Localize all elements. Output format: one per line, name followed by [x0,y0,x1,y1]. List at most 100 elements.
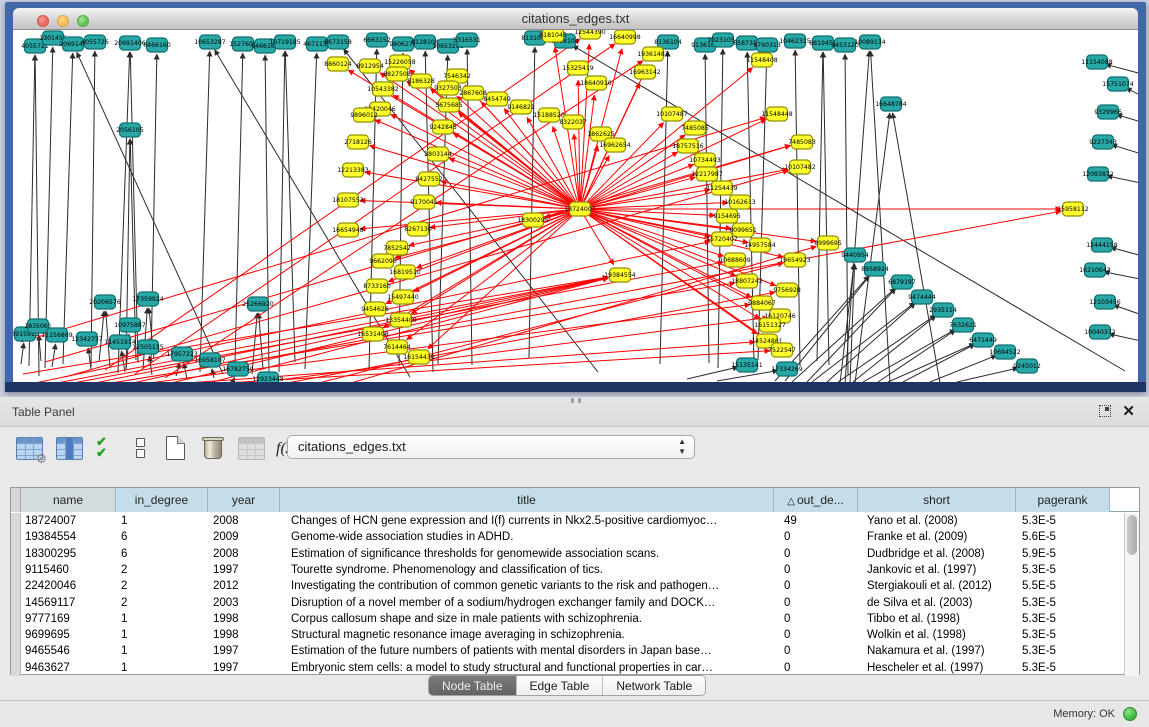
graph-node[interactable]: 20206576 [89,295,121,309]
graph-node[interactable]: 8099651 [729,223,757,237]
table-row[interactable]: 1830029562008Estimation of significance … [11,546,1111,562]
cell-short[interactable]: de Silva et al. (2003) [867,595,1019,611]
graph-node[interactable]: 8733160 [363,279,391,293]
cell-out_de...[interactable]: 0 [784,562,862,578]
graph-node[interactable]: 16648784 [875,97,907,111]
cell-short[interactable]: Nakamura et al. (1997) [867,643,1019,659]
graph-node[interactable]: 2056105 [116,123,144,137]
citation-graph[interactable]: 4055721130145620691404055726206914066466… [13,30,1138,385]
column-header-out_de...[interactable]: △out_de... [774,488,858,512]
cell-short[interactable]: Dudbridge et al. (2008) [867,546,1019,562]
graph-node[interactable]: 9154695 [713,209,741,223]
table-row[interactable]: 911546021997Tourette syndrome. Phenomeno… [11,562,1111,578]
cell-name[interactable]: 9465546 [25,643,114,659]
cell-name[interactable]: 9115460 [25,562,114,578]
graph-node[interactable]: 6471449 [969,333,997,347]
tab-network-table[interactable]: Network Table [603,676,705,695]
graph-node[interactable]: 8912954 [356,59,384,73]
table-row[interactable]: 1872400712008Changes of HCN gene express… [11,513,1111,529]
cell-year[interactable]: 2012 [213,578,279,594]
cell-year[interactable]: 2009 [213,529,279,545]
graph-node[interactable]: 6466160 [143,38,171,52]
graph-node[interactable]: 2803144 [424,147,452,161]
table-row[interactable]: 946362711997Embryonic stem cells: a mode… [11,660,1111,676]
graph-node[interactable]: 8673158 [324,35,352,49]
column-header-in_degree[interactable]: in_degree [116,488,208,512]
table-row[interactable]: 969969511998Structural magnetic resonanc… [11,627,1111,643]
graph-node[interactable]: 20691406 [114,36,146,50]
graph-node[interactable]: 12342757 [71,332,103,346]
delete-table-button[interactable] [238,437,265,460]
graph-node[interactable]: 10089134 [854,35,886,49]
graph-node[interactable]: 18300295 [517,213,549,227]
cell-out_de...[interactable]: 0 [784,578,862,594]
cell-short[interactable]: Jankovic et al. (1997) [867,562,1019,578]
cell-in_degree[interactable]: 2 [121,562,207,578]
table-row[interactable]: 19384554 6 2009 Genome-wide association stu… [11,529,1111,545]
cell-short[interactable]: Yano et al. (2008) [867,513,1019,529]
panel-resize-grip[interactable] [571,398,581,403]
cell-name[interactable]: 9699695 [25,627,114,643]
cell-out_de...[interactable]: 0 [784,529,862,545]
graph-node[interactable]: 7522547 [768,343,796,357]
graph-node[interactable]: 19654923 [779,253,811,267]
cell-pagerank[interactable]: 5.3E-5 [1022,627,1110,643]
graph-node[interactable]: 12103456 [1089,295,1121,309]
graph-node[interactable]: 18640910 [580,76,612,90]
graph-node[interactable]: 9884067 [748,296,776,310]
graph-node[interactable]: 5675685 [435,98,463,112]
unselect-all-button[interactable] [136,438,145,460]
cell-short[interactable]: Hescheler et al. (1997) [867,660,1019,676]
select-columns-button[interactable] [56,437,83,460]
graph-node[interactable]: 9329966 [1094,105,1122,119]
cell-out_de...[interactable]: 0 [784,643,862,659]
table-scrollbar[interactable] [1124,513,1139,676]
cell-name[interactable]: 18300295 [25,546,114,562]
cell-pagerank[interactable]: 5.3E-5 [1022,562,1110,578]
cell-title[interactable]: Estimation of significance thresholds fo… [291,546,779,562]
cell-out_de...[interactable]: 0 [784,627,862,643]
cell-out_de...[interactable]: 49 [784,513,862,529]
graph-node[interactable]: 9662090 [369,254,397,268]
network-window[interactable]: citations_edges.txt 40557211301456206914… [5,2,1146,392]
cell-name[interactable]: 9463627 [25,660,114,676]
graph-node[interactable]: 8999695 [814,236,842,250]
cell-in_degree[interactable]: 6 [121,529,207,545]
cell-name[interactable]: 19384554 [25,529,114,545]
cell-in_degree[interactable]: 1 [121,627,207,643]
tab-edge-table[interactable]: Edge Table [517,676,604,695]
graph-node[interactable]: 14957584 [744,238,776,252]
scrollbar-thumb[interactable] [1127,515,1137,555]
table-row[interactable]: 1456911722003Disruption of a novel membe… [11,595,1111,611]
graph-node[interactable]: 16640998 [609,30,641,44]
graph-node[interactable]: 11154088 [1081,55,1113,69]
cell-pagerank[interactable]: 5.6E-5 [1022,529,1110,545]
cell-title[interactable]: Changes of HCN gene expression and I(f) … [291,513,779,529]
cell-title[interactable]: Investigating the contribution of common… [291,578,779,594]
cell-title[interactable]: Genome-wide association studies in ADHD. [291,529,779,545]
column-header-year[interactable]: year [208,488,280,512]
column-header-short[interactable]: short [858,488,1016,512]
network-view-canvas[interactable]: 4055721130145620691404055726206914066466… [13,30,1138,385]
select-all-button[interactable]: ✔✔ [96,436,107,458]
graph-node[interactable]: 9170041 [410,195,438,209]
graph-node[interactable]: 7485083 [788,135,816,149]
cell-pagerank[interactable]: 5.9E-5 [1022,546,1110,562]
cell-year[interactable]: 1997 [213,660,279,676]
graph-node[interactable]: 9454626 [361,302,389,316]
cell-pagerank[interactable]: 5.3E-5 [1022,611,1110,627]
cell-in_degree[interactable]: 1 [121,660,207,676]
cell-title[interactable]: Corpus callosum shape and size in male p… [291,611,779,627]
cell-short[interactable]: Franke et al. (2009) [867,529,1019,545]
cell-out_de...[interactable]: 0 [784,546,862,562]
cell-year[interactable]: 1997 [213,643,279,659]
cell-short[interactable]: Tibbo et al. (1998) [867,611,1019,627]
graph-node[interactable]: 9327503 [434,81,462,95]
cell-out_de...[interactable]: 0 [784,611,862,627]
network-window-titlebar[interactable]: citations_edges.txt [13,8,1138,30]
graph-node[interactable]: 15135141 [731,358,763,372]
cell-short[interactable]: Stergiakouli et al. (2012) [867,578,1019,594]
float-panel-icon[interactable] [1099,405,1111,417]
graph-node[interactable]: 8322037 [559,115,587,129]
graph-node[interactable]: 8181045 [539,30,567,42]
